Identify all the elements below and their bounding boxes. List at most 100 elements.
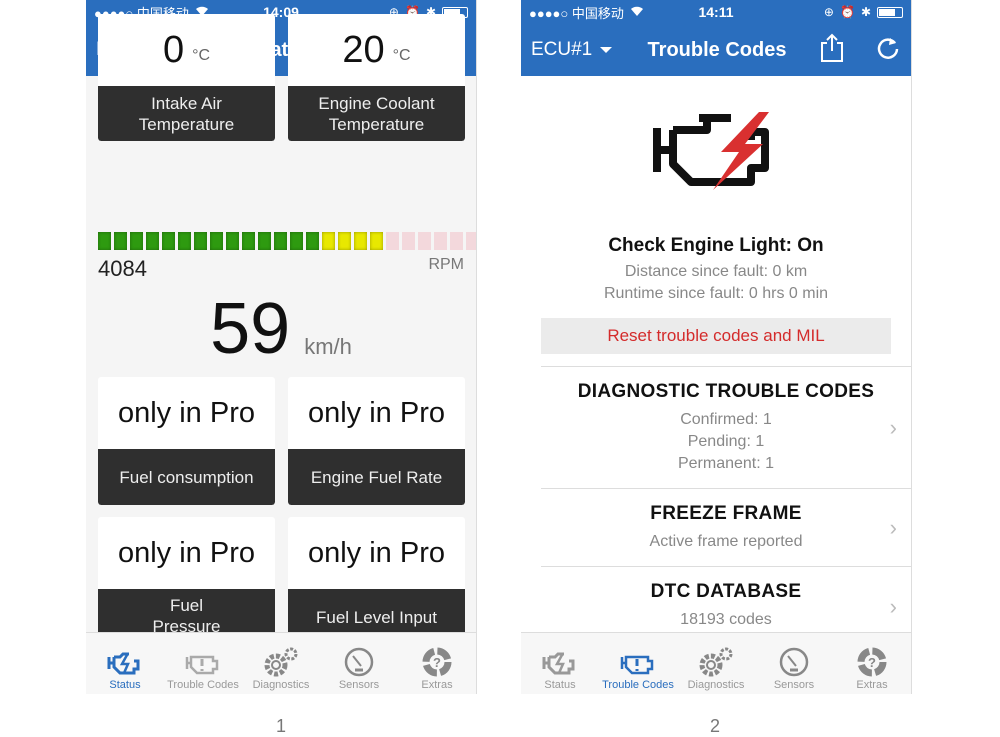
refresh-icon[interactable] bbox=[875, 35, 901, 66]
chevron-right-icon: › bbox=[889, 514, 897, 540]
tile-unit: °C bbox=[392, 47, 411, 64]
tile-label: Intake Air Temperature bbox=[98, 86, 275, 141]
carrier: ●●●●○ 中国移动 bbox=[529, 5, 624, 21]
bluetooth-icon: ✱ bbox=[860, 5, 871, 19]
rpm-segment-green bbox=[178, 232, 191, 250]
rpm-segment-yellow bbox=[370, 232, 383, 250]
tab-status[interactable]: Status bbox=[86, 633, 164, 694]
tile-value: only in Pro bbox=[117, 396, 255, 429]
clock: 14:11 bbox=[698, 4, 734, 20]
rpm-segment-off bbox=[418, 232, 431, 250]
row-title: DIAGNOSTIC TROUBLE CODES bbox=[577, 381, 875, 402]
check-engine-status: Check Engine Light: On bbox=[608, 235, 824, 256]
pending-count: Pending: 1 bbox=[687, 433, 765, 450]
gauge-icon bbox=[779, 647, 809, 677]
tab-diagnostics[interactable]: Diagnostics bbox=[677, 633, 755, 694]
tab-diagnostics[interactable]: Diagnostics bbox=[242, 633, 320, 694]
svg-text:?: ? bbox=[433, 655, 441, 670]
svg-text:?: ? bbox=[868, 655, 876, 670]
tab-label: Diagnostics bbox=[252, 679, 310, 691]
engine-warning-icon bbox=[620, 655, 654, 675]
rpm-segment-green bbox=[210, 232, 223, 250]
tile-value: 20 bbox=[342, 28, 385, 71]
status-screen: ●●●●○ 中国移动 14:09 ⊕ ⏰ ✱ ECU#1 Status bbox=[86, 0, 477, 694]
tab-label: Trouble Codes bbox=[167, 679, 239, 691]
page-title: Trouble Codes bbox=[647, 38, 787, 61]
distance-since-fault: Distance since fault: 0 km bbox=[624, 263, 808, 280]
rpm-segment-green bbox=[146, 232, 159, 250]
tile-label: Engine Fuel Rate bbox=[288, 449, 465, 505]
rpm-segment-yellow bbox=[338, 232, 351, 250]
rpm-segment-off bbox=[466, 232, 476, 250]
gears-icon bbox=[699, 647, 733, 677]
freeze-frame-row[interactable]: FREEZE FRAME Active frame reported › bbox=[541, 488, 911, 566]
tab-status[interactable]: Status bbox=[521, 633, 599, 694]
engine-fuel-rate-tile[interactable]: only in Pro Engine Fuel Rate bbox=[288, 377, 465, 505]
battery-icon bbox=[877, 6, 903, 18]
speed-value: 59 bbox=[210, 289, 291, 369]
intake-air-temp-tile[interactable]: 0 °C Intake Air Temperature bbox=[98, 14, 275, 141]
rpm-segment-green bbox=[114, 232, 127, 250]
top-bar: ●●●●○ 中国移动 14:11 ⊕ ⏰ ✱ ECU#1 Trouble Cod… bbox=[521, 0, 911, 76]
coolant-temp-tile[interactable]: 20 °C Engine Coolant Temperature bbox=[288, 14, 465, 141]
tab-label: Trouble Codes bbox=[602, 679, 674, 691]
rpm-segment-green bbox=[306, 232, 319, 250]
runtime-since-fault: Runtime since fault: 0 hrs 0 min bbox=[603, 285, 829, 302]
tab-sensors[interactable]: Sensors bbox=[320, 633, 398, 694]
tab-label: Status bbox=[109, 679, 141, 691]
rpm-segment-green bbox=[226, 232, 239, 250]
row-title: FREEZE FRAME bbox=[650, 503, 802, 524]
rpm-segment-off bbox=[434, 232, 447, 250]
ecu-selector[interactable]: ECU#1 bbox=[531, 39, 613, 61]
help-ring-icon: ? bbox=[422, 647, 452, 677]
row-detail: 18193 codes bbox=[680, 611, 772, 628]
tab-bar: Status Trouble Codes Diagnostics Sensors… bbox=[521, 632, 911, 694]
fuel-pressure-tile[interactable]: only in Pro Fuel Pressure (gauge) bbox=[98, 517, 275, 645]
tab-label: Status bbox=[544, 679, 576, 691]
tab-label: Extras bbox=[856, 679, 888, 691]
tab-label: Sensors bbox=[773, 679, 815, 691]
tab-extras[interactable]: ? Extras bbox=[398, 633, 476, 694]
fuel-level-tile[interactable]: only in Pro Fuel Level Input bbox=[288, 517, 465, 645]
status-bar: ●●●●○ 中国移动 14:11 ⊕ ⏰ ✱ bbox=[521, 0, 911, 24]
rpm-segment-green bbox=[258, 232, 271, 250]
tile-unit: °C bbox=[192, 47, 211, 64]
speed-unit: km/h bbox=[304, 334, 352, 359]
chevron-right-icon: › bbox=[889, 414, 897, 440]
dtc-row[interactable]: DIAGNOSTIC TROUBLE CODES Confirmed: 1 Pe… bbox=[541, 366, 911, 488]
fuel-consumption-tile[interactable]: only in Pro Fuel consumption bbox=[98, 377, 275, 505]
tile-value: only in Pro bbox=[307, 396, 445, 429]
help-ring-icon: ? bbox=[857, 647, 887, 677]
gears-icon bbox=[264, 647, 298, 677]
rpm-segment-green bbox=[290, 232, 303, 250]
ecu-label: ECU#1 bbox=[531, 39, 593, 60]
engine-warning-icon bbox=[185, 655, 219, 675]
caption-2: 2 bbox=[710, 716, 721, 736]
nav-bar: ECU#1 Trouble Codes bbox=[521, 24, 911, 76]
rpm-segment-yellow bbox=[354, 232, 367, 250]
chevron-down-icon bbox=[600, 47, 613, 53]
rpm-value: 4084 bbox=[98, 256, 147, 281]
tab-extras[interactable]: ? Extras bbox=[833, 633, 911, 694]
rotation-lock-icon: ⊕ bbox=[823, 5, 834, 19]
tab-sensors[interactable]: Sensors bbox=[755, 633, 833, 694]
row-title: DTC DATABASE bbox=[650, 581, 802, 602]
speed-readout: 59 km/h bbox=[86, 292, 476, 366]
tile-value: only in Pro bbox=[117, 536, 255, 569]
tab-trouble-codes[interactable]: Trouble Codes bbox=[599, 633, 677, 694]
caption-1: 1 bbox=[276, 716, 287, 736]
rpm-segment-green bbox=[98, 232, 111, 250]
rpm-segment-off bbox=[402, 232, 415, 250]
tile-value: 0 bbox=[162, 28, 185, 71]
tab-trouble-codes[interactable]: Trouble Codes bbox=[164, 633, 242, 694]
alarm-icon: ⏰ bbox=[839, 5, 855, 19]
tile-label: Fuel consumption bbox=[98, 449, 275, 505]
share-icon[interactable] bbox=[819, 33, 845, 68]
tile-value: only in Pro bbox=[307, 536, 445, 569]
permanent-count: Permanent: 1 bbox=[677, 455, 775, 472]
reset-codes-button[interactable]: Reset trouble codes and MIL bbox=[541, 318, 891, 354]
rpm-segment-green bbox=[274, 232, 287, 250]
chevron-right-icon: › bbox=[889, 593, 897, 619]
rpm-segment-green bbox=[242, 232, 255, 250]
rpm-segment-off bbox=[450, 232, 463, 250]
